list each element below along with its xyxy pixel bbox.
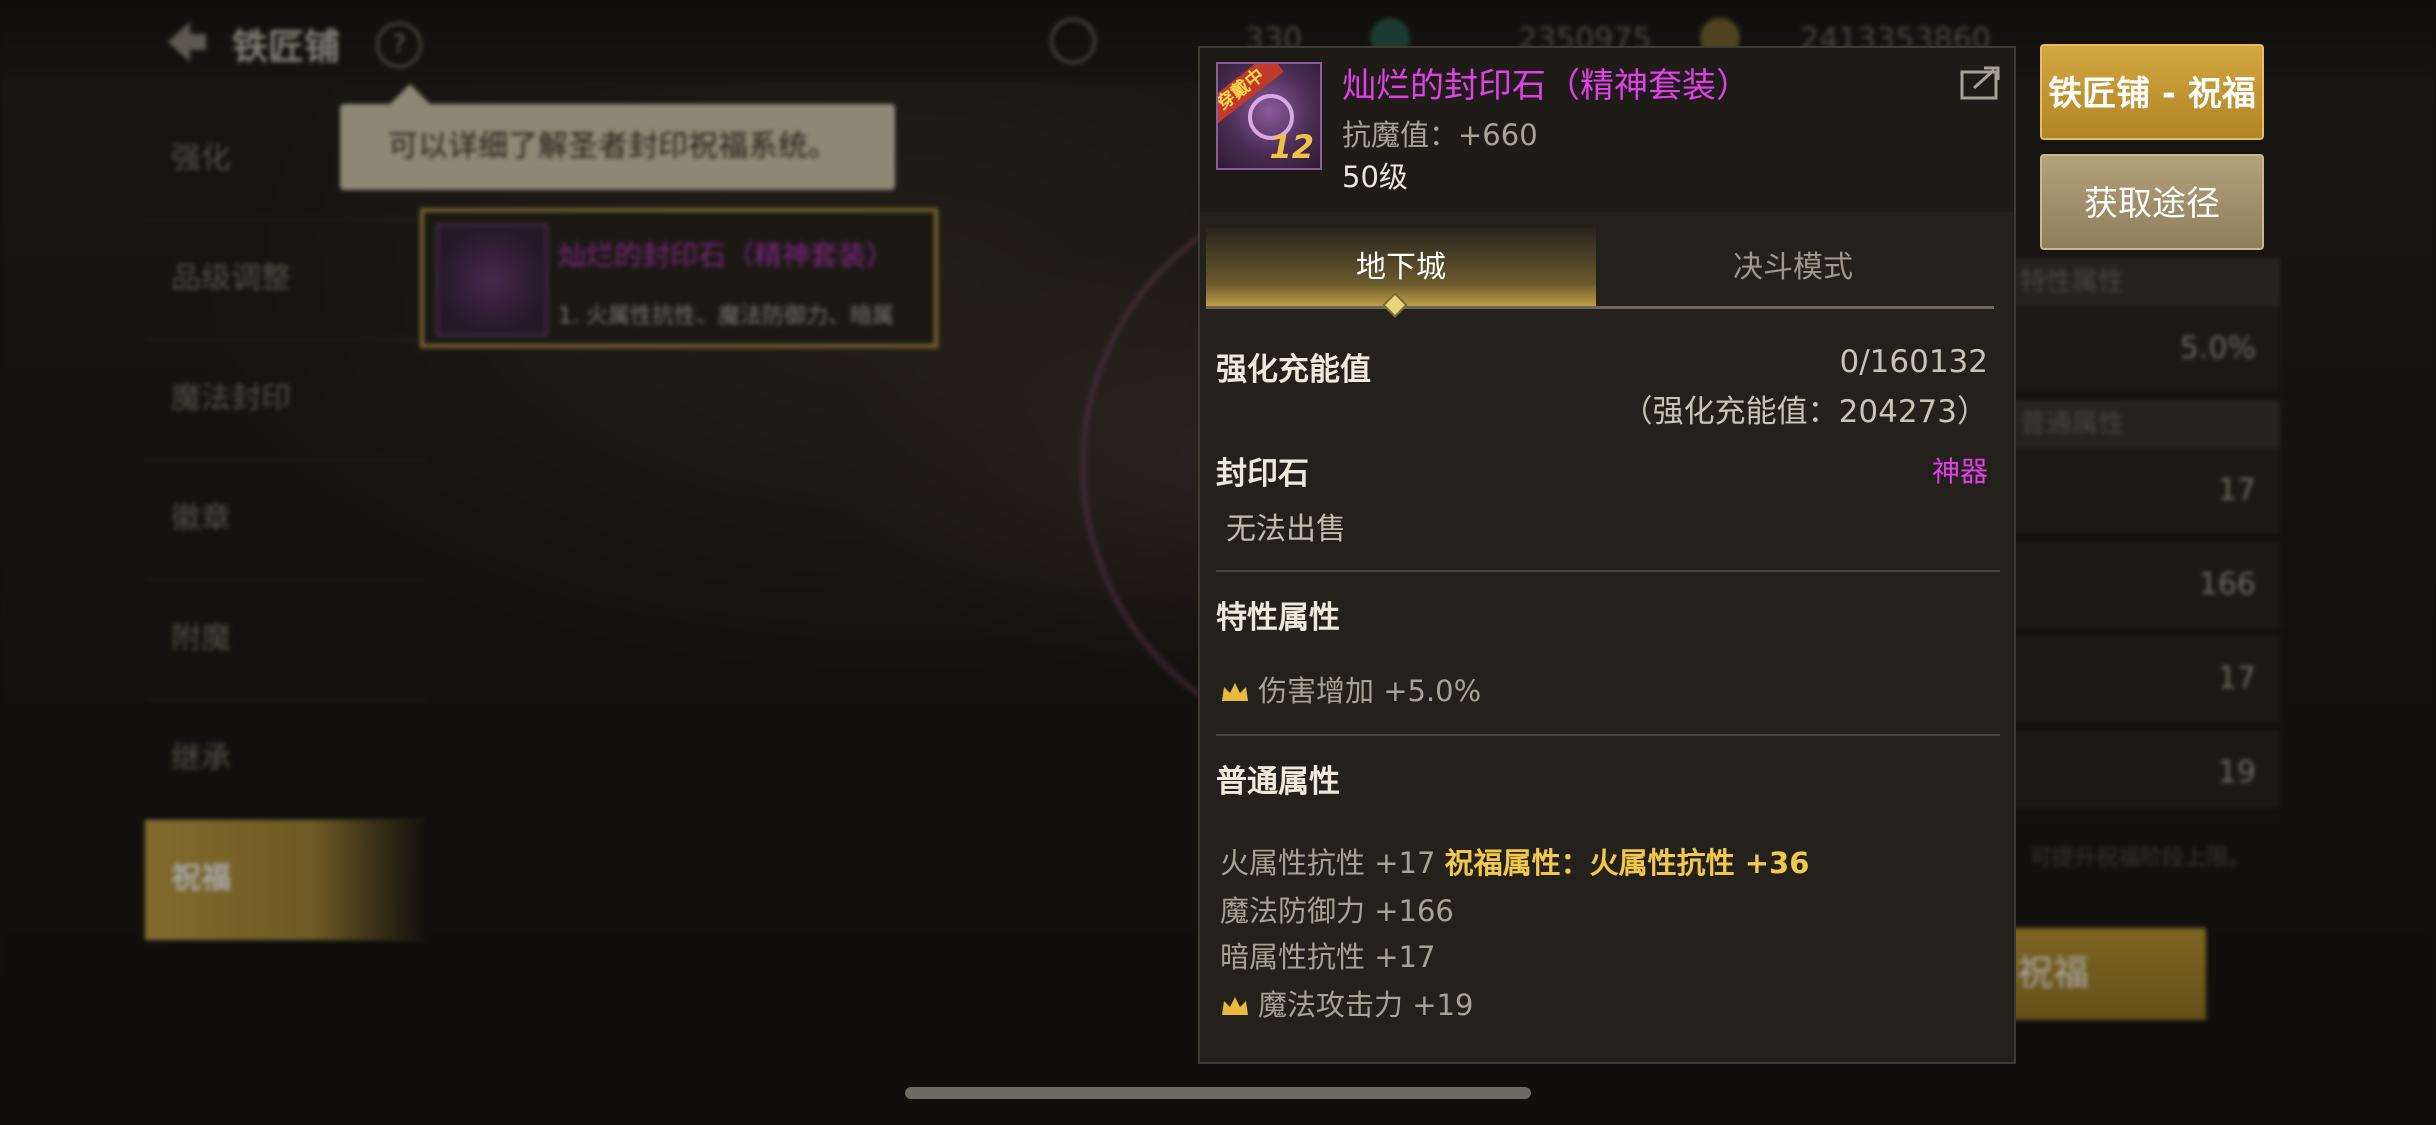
special-attr-label: 特性属性 [1216,600,1340,636]
charge-sub: （强化充能值：204273） [1621,394,1988,430]
stats-row: 166 [2010,542,2280,636]
special-attr-text: 伤害增加 +5.0% [1258,674,1482,708]
home-indicator[interactable] [905,1087,1531,1099]
item-thumbnail [436,224,548,336]
sidebar-item-magic-seal[interactable]: 魔法封印 [145,340,425,460]
sidebar-item-grade[interactable]: 品级调整 [145,220,425,340]
sidebar-item-emblem[interactable]: 徽章 [145,460,425,580]
sell-status: 无法出售 [1226,512,1346,547]
seal-label: 封印石 [1216,456,1309,492]
special-attr-item: 伤害增加 +5.0% [1220,668,1481,710]
dark-resist-text: 暗属性抗性 +17 [1220,940,1436,974]
sidebar-item-bless[interactable]: 祝福 [145,820,425,940]
stats-row: 19 [2010,730,2280,824]
blacksmith-bless-button[interactable]: 铁匠铺 - 祝福 [2040,44,2264,140]
sidebar: 强化 品级调整 魔法封印 徽章 附魔 继承 祝福 [145,100,425,940]
mode-tabs: 地下城 决斗模式 [1206,228,1994,308]
share-icon[interactable] [1960,64,2002,100]
tab-duel[interactable]: 决斗模式 [1598,228,1988,308]
tab-dungeon[interactable]: 地下城 [1206,228,1596,308]
popup-header: 穿戴中 12 灿烂的封印石（精神套装） 抗魔值：+660 50级 [1200,48,2014,212]
normal-attr-line: 火属性抗性 +17 祝福属性：火属性抗性 +36 [1220,840,1809,882]
stats-percent: 5.0% [2010,306,2280,400]
fire-resist-text: 火属性抗性 +17 [1220,846,1436,880]
item-detail-popup: 穿戴中 12 灿烂的封印石（精神套装） 抗魔值：+660 50级 地下城 决斗模… [1198,46,2016,1064]
item-enhance-level: 12 [1269,128,1314,166]
normal-attr-line: 魔法攻击力 +19 [1220,982,1473,1024]
page-title: 铁匠铺 [232,27,341,68]
stats-row: 17 [2010,636,2280,730]
bless-attr-text: 祝福属性：火属性抗性 +36 [1444,846,1810,880]
acquire-source-button[interactable]: 获取途径 [2040,154,2264,250]
item-magic-resist: 抗魔值：+660 [1342,118,1538,152]
charge-value: 0/160132 [1839,344,1988,380]
stats-note: 可提升祝福阶段上限。 [2030,846,2251,871]
stats-head-special: 特性属性 [2010,258,2280,306]
normal-attr-label: 普通属性 [1216,764,1340,800]
divider [1216,734,2000,736]
item-card-desc: 1. 火属性抗性、魔法防御力、暗属 [558,304,894,329]
stats-row: 17 [2010,448,2280,542]
back-arrow-icon[interactable] [160,16,212,68]
sidebar-item-enchant[interactable]: 附魔 [145,580,425,700]
seal-stone-icon: 穿戴中 12 [1216,62,1322,170]
magic-defense-text: 魔法防御力 +166 [1220,894,1454,928]
coin-icon [1050,18,1096,64]
charge-label: 强化充能值 [1216,352,1371,388]
magic-attack-text: 魔法攻击力 +19 [1258,988,1474,1022]
divider [1216,570,2000,572]
crown-icon [1222,683,1248,701]
sidebar-item-inherit[interactable]: 继承 [145,700,425,820]
rarity-label: 神器 [1931,455,1988,488]
hint-tooltip: 可以详细了解圣者封印祝福系统。 [340,84,895,190]
crown-icon [1222,997,1248,1015]
item-name: 灿烂的封印石（精神套装） [1342,66,1750,106]
stats-head-normal: 普通属性 [2010,400,2280,448]
help-icon[interactable]: ? [376,22,422,68]
item-card-name: 灿烂的封印石（精神套装） [558,239,895,272]
tab-underline [1206,306,1994,309]
item-level: 50级 [1342,160,1408,194]
selected-item-card[interactable]: 灿烂的封印石（精神套装） 1. 火属性抗性、魔法防御力、暗属 [420,208,938,348]
stats-panel: 特性属性 5.0% 普通属性 17 166 17 19 [2010,258,2280,824]
